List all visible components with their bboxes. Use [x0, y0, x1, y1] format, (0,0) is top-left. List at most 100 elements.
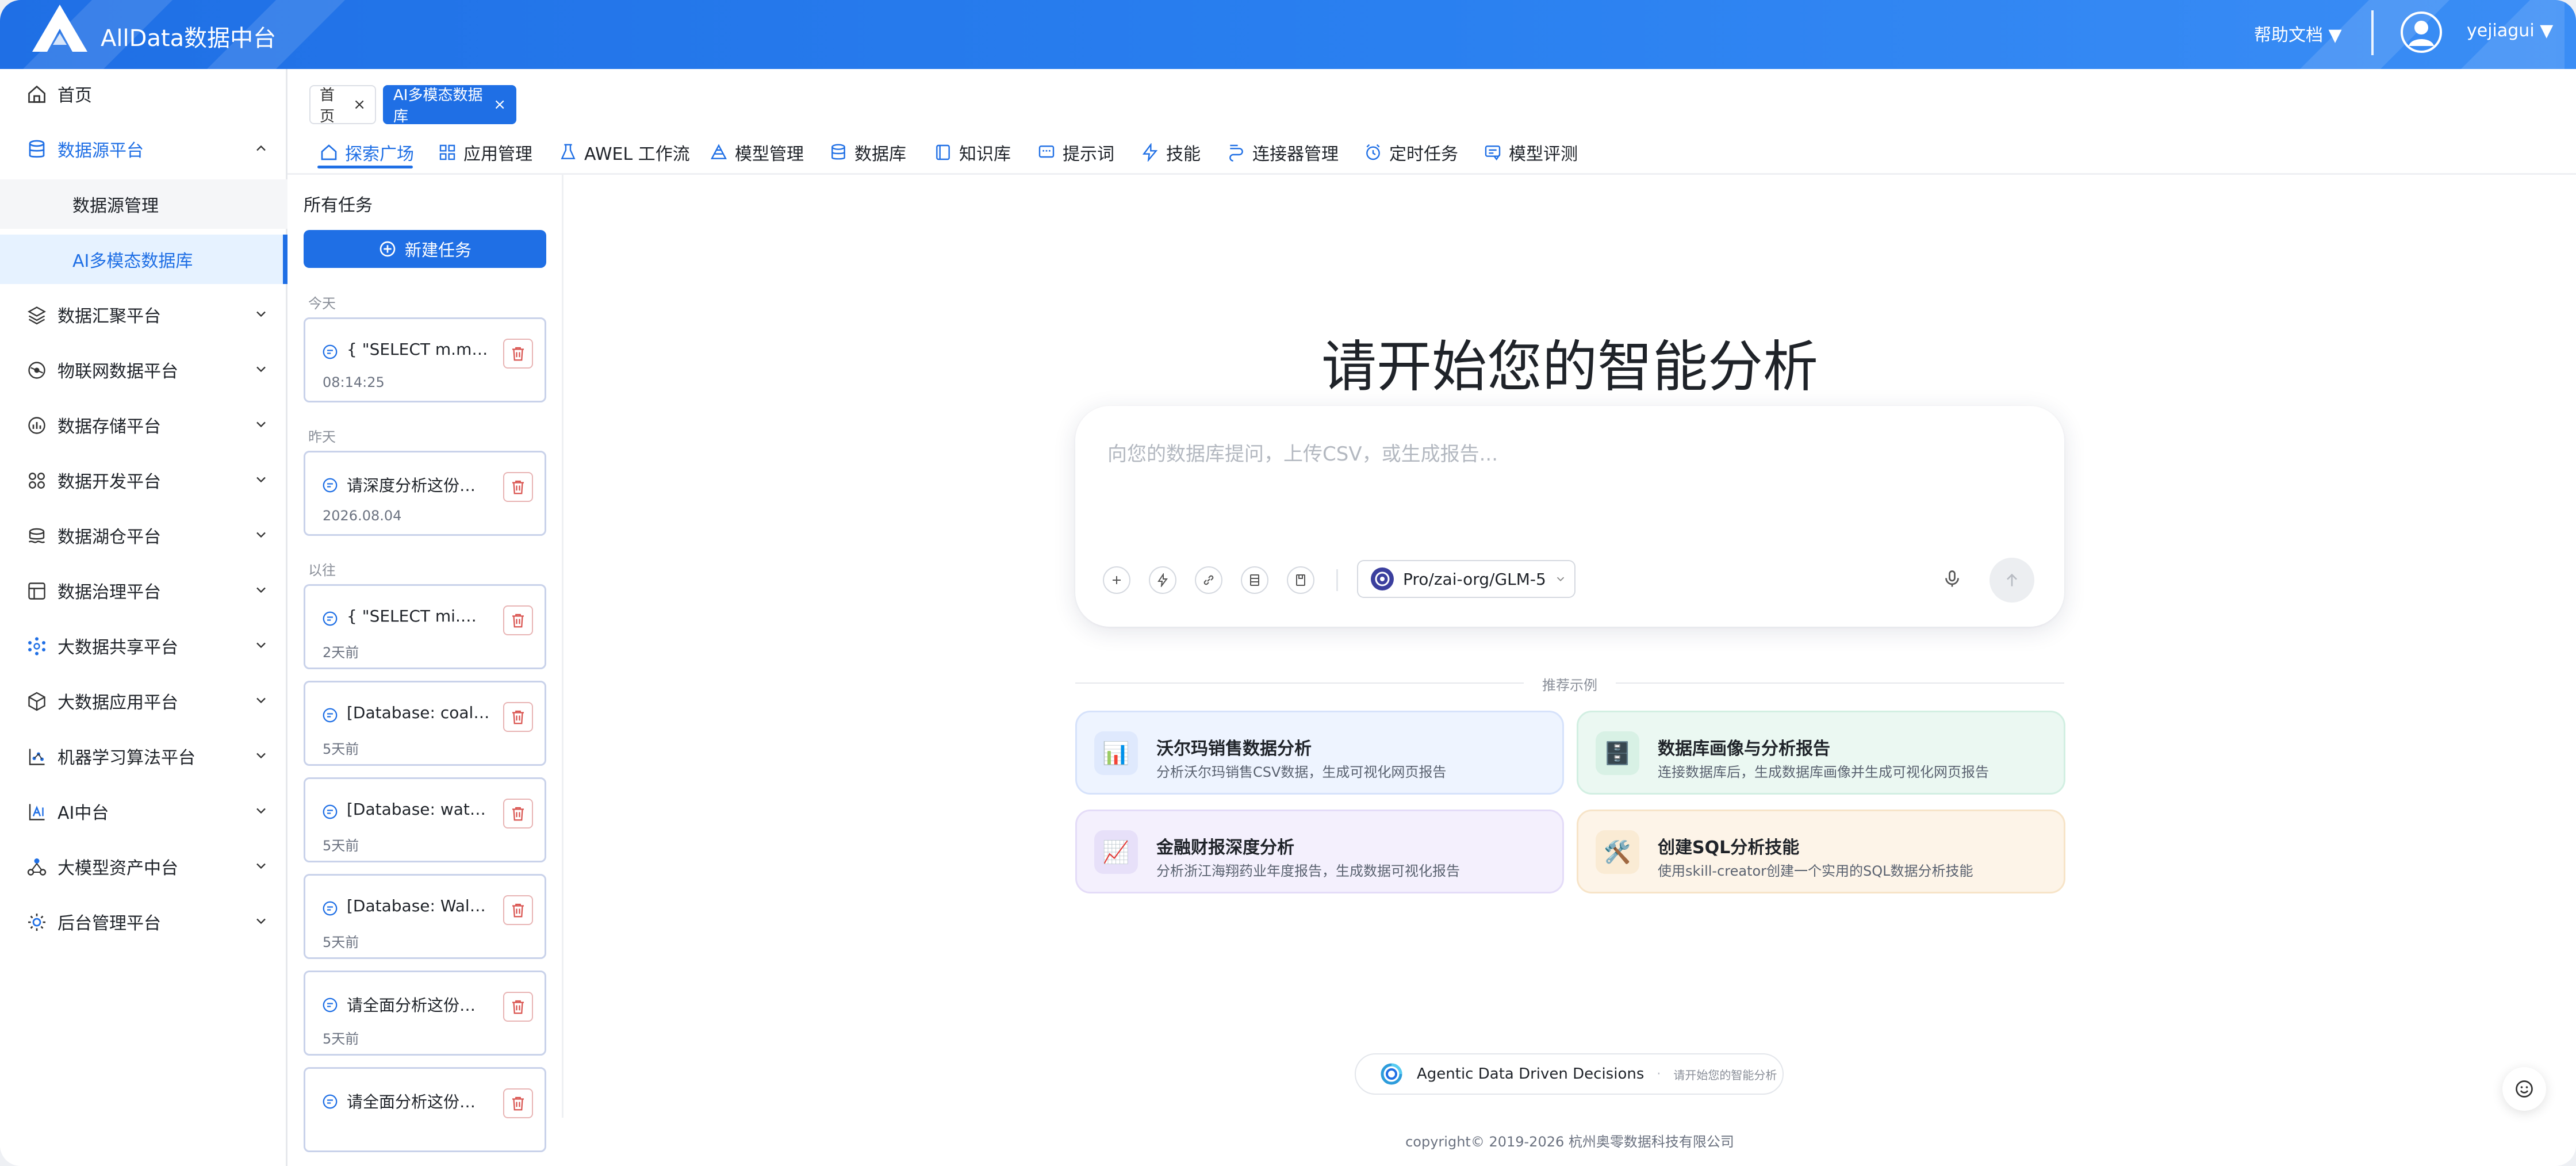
sidebar-item-label: 数据治理平台 [57, 582, 161, 603]
user-avatar-icon[interactable] [2401, 11, 2442, 53]
sidebar-item-home[interactable]: 首页 [0, 69, 288, 118]
tab-model-evaluation[interactable]: 模型评测 [1483, 138, 1578, 167]
ai-icon [29, 804, 45, 820]
help-docs-menu[interactable]: 帮助文档 ▼ [2254, 21, 2342, 46]
sidebar-item-data-collection[interactable]: 数据汇聚平台 [0, 290, 288, 339]
add-attachment-button[interactable] [1103, 566, 1130, 594]
hero-title: 请开始您的智能分析 [1321, 335, 1818, 399]
sidebar-item-datasource-platform[interactable]: 数据源平台 [0, 124, 288, 174]
suggestion-financial-report[interactable]: 📈 金融财报深度分析 分析浙江海翔药业年度报告，生成数据可视化报告 [1075, 810, 1564, 893]
chat-input[interactable] [1107, 437, 2004, 471]
tab-prompts[interactable]: 提示词 [1037, 138, 1114, 167]
alldata-logo-icon[interactable] [31, 3, 89, 53]
sidebar-item-ai-multimodal-db[interactable]: AI多模态数据库 [0, 235, 288, 284]
model-provider-icon [1371, 567, 1394, 590]
tab-label: 模型管理 [735, 144, 804, 164]
tab-label: 连接器管理 [1252, 144, 1339, 164]
document-icon [1296, 574, 1305, 586]
sidebar-item-sharing[interactable]: 大数据共享平台 [0, 621, 288, 670]
sidebar-item-storage[interactable]: 数据存储平台 [0, 400, 288, 450]
tab-skills[interactable]: 技能 [1141, 138, 1201, 167]
delete-task-button[interactable] [503, 472, 533, 502]
tab-scheduled-tasks[interactable]: 定时任务 [1364, 138, 1458, 167]
delete-task-button[interactable] [503, 339, 533, 369]
trash-icon [512, 1096, 524, 1111]
chat-bubble-icon [323, 998, 338, 1012]
share-icon [28, 637, 45, 655]
delete-task-button[interactable] [503, 992, 533, 1022]
feedback-button[interactable] [2502, 1067, 2546, 1111]
suggestion-walmart-sales[interactable]: 📊 沃尔玛销售数据分析 分析沃尔玛销售CSV数据，生成可视化网页报告 [1075, 711, 1564, 795]
page-tab-home[interactable]: 首页 × [309, 85, 376, 125]
sidebar-item-datasource-management[interactable]: 数据源管理 [0, 179, 288, 229]
sidebar-item-application[interactable]: 大数据应用平台 [0, 676, 288, 726]
top-header: AllData数据中台 帮助文档 ▼ yejiagui ▼ [0, 0, 2576, 69]
copyright-text: copyright© 2019-2026 杭州奥零数据科技有限公司 [1405, 1134, 1734, 1150]
sidebar-item-label: 物联网数据平台 [57, 362, 178, 382]
skill-button[interactable] [1149, 566, 1176, 594]
task-card[interactable]: [Database: water_... 5天前 [304, 777, 546, 862]
chevron-down-icon [256, 366, 266, 373]
tab-connector-management[interactable]: 连接器管理 [1227, 138, 1339, 167]
close-icon[interactable]: × [353, 96, 366, 113]
header-divider [2371, 10, 2374, 55]
microphone-button[interactable] [1938, 565, 1966, 593]
delete-task-button[interactable] [503, 1088, 533, 1118]
tab-app-management[interactable]: 应用管理 [438, 138, 532, 167]
task-card[interactable]: [Database: Walma... 5天前 [304, 874, 546, 959]
sidebar-item-development[interactable]: 数据开发平台 [0, 455, 288, 505]
iot-icon [28, 362, 45, 379]
task-card[interactable]: 请全面分析这份沃... [304, 1067, 546, 1152]
tab-explore[interactable]: 探索广场 [320, 138, 414, 167]
task-card[interactable]: 请深度分析这份浙... 2026.08.04 [304, 451, 546, 536]
model-select[interactable]: Pro/zai-org/GLM-5 [1357, 560, 1575, 598]
task-card[interactable]: [Database: coal_... 5天前 [304, 681, 546, 766]
tab-model-management[interactable]: 模型管理 [710, 138, 804, 167]
tab-knowledge-base[interactable]: 知识库 [934, 138, 1011, 167]
user-menu[interactable]: yejiagui ▼ [2467, 21, 2553, 41]
task-card[interactable]: { "SELECT m.mine... 08:14:25 [304, 317, 546, 402]
task-title: [Database: coal_... [347, 703, 490, 722]
sidebar-item-ai-platform[interactable]: AI中台 [0, 787, 288, 836]
task-title: [Database: water_... [347, 800, 490, 819]
suggestions-divider: 推荐示例 [1075, 672, 2064, 695]
tab-label: AWEL 工作流 [584, 144, 690, 164]
sidebar-item-iot[interactable]: 物联网数据平台 [0, 345, 288, 394]
governance-icon [28, 582, 45, 600]
sidebar-item-governance[interactable]: 数据治理平台 [0, 566, 288, 615]
new-task-button[interactable]: 新建任务 [304, 230, 546, 268]
cube-icon [28, 692, 45, 711]
connector-icon [1229, 144, 1243, 162]
task-title: { "SELECT mi.min... [347, 607, 490, 626]
tab-awel-workflow[interactable]: AWEL 工作流 [559, 138, 690, 167]
link-button[interactable] [1195, 566, 1222, 594]
task-time: 08:14:25 [323, 374, 385, 390]
task-card[interactable]: 请全面分析这份沃... 5天前 [304, 971, 546, 1056]
suggestion-description: 使用skill-creator创建一个实用的SQL数据分析技能 [1658, 863, 1973, 879]
suggestion-sql-skill[interactable]: 🛠️ 创建SQL分析技能 使用skill-creator创建一个实用的SQL数据分析… [1577, 810, 2065, 893]
sidebar-item-model-assets[interactable]: 大模型资产中台 [0, 842, 288, 891]
suggestion-description: 分析沃尔玛销售CSV数据，生成可视化网页报告 [1156, 764, 1447, 780]
suggestion-db-profile[interactable]: 🗄️ 数据库画像与分析报告 连接数据库后，生成数据库画像并生成可视化网页报告 [1577, 711, 2065, 795]
toolbar-divider [1336, 569, 1338, 591]
sidebar-item-machine-learning[interactable]: 机器学习算法平台 [0, 731, 288, 781]
send-button[interactable] [1989, 558, 2034, 603]
task-card[interactable]: { "SELECT mi.min... 2天前 [304, 584, 546, 669]
chevron-down-icon [256, 863, 266, 869]
delete-task-button[interactable] [503, 605, 533, 635]
sidebar-item-admin[interactable]: 后台管理平台 [0, 897, 288, 946]
close-icon[interactable]: × [493, 96, 506, 113]
sidebar-item-label: 数据存储平台 [57, 417, 161, 437]
delete-task-button[interactable] [503, 799, 533, 829]
active-tab-indicator [317, 166, 413, 168]
document-button[interactable] [1287, 566, 1314, 594]
sidebar: 首页 数据源平台 数据源管理 AI多模态数据库 数据汇聚平台 物联网数据平台 数… [0, 69, 288, 1166]
sidebar-item-lakehouse[interactable]: 数据湖仓平台 [0, 511, 288, 560]
page-tab-ai-multimodal-db[interactable]: AI多模态数据库 × [383, 85, 516, 125]
database-select-button[interactable] [1241, 566, 1268, 594]
delete-task-button[interactable] [503, 895, 533, 925]
tab-database[interactable]: 数据库 [829, 138, 906, 167]
delete-task-button[interactable] [503, 702, 533, 732]
storage-icon [28, 417, 45, 434]
chat-bubble-icon [323, 708, 338, 723]
